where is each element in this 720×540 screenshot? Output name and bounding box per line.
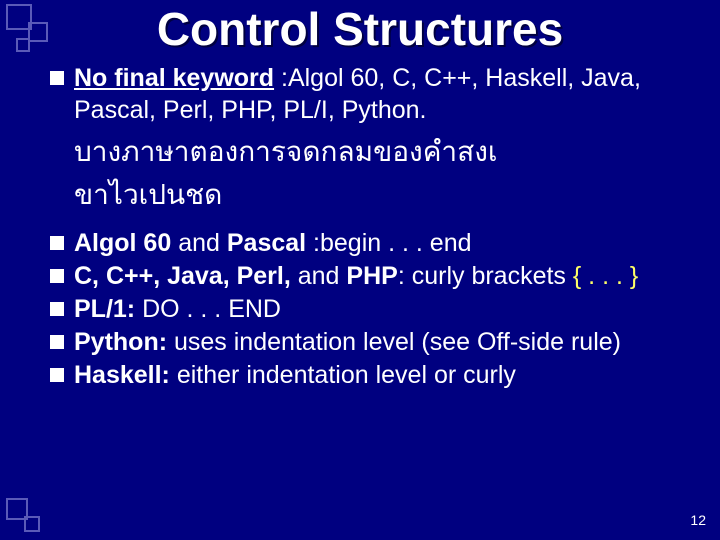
bullet-square-icon: [50, 269, 64, 283]
bullet-square-icon: [50, 302, 64, 316]
thai-line-2: ขาไวเปนชด: [74, 173, 698, 216]
bullet-text: Haskell: either indentation level or cur…: [74, 359, 516, 391]
thai-text: บางภาษาตองการจดกลมของคำสงเ ขาไวเปนชด: [50, 130, 698, 217]
bullet-item: No final keyword :Algol 60, C, C++, Hask…: [50, 62, 698, 126]
page-number: 12: [690, 512, 706, 528]
curly-brackets-highlight: { . . . }: [573, 262, 638, 290]
bullet-text: Python: uses indentation level (see Off-…: [74, 326, 621, 358]
bullet-item: C, C++, Java, Perl, and PHP: curly brack…: [50, 260, 698, 292]
bullet-item: Algol 60 and Pascal :begin . . . end: [50, 227, 698, 259]
slide-content: No final keyword :Algol 60, C, C++, Hask…: [22, 62, 698, 391]
bullet-square-icon: [50, 236, 64, 250]
bullet-group: Algol 60 and Pascal :begin . . . end C, …: [50, 227, 698, 391]
thai-line-1: บางภาษาตองการจดกลมของคำสงเ: [74, 130, 698, 173]
bullet-text: PL/1: DO . . . END: [74, 293, 281, 325]
bullet-square-icon: [50, 71, 64, 85]
bullet-item: Haskell: either indentation level or cur…: [50, 359, 698, 391]
slide-title: Control Structures: [22, 0, 698, 56]
bullet-item: Python: uses indentation level (see Off-…: [50, 326, 698, 358]
bullet-text: Algol 60 and Pascal :begin . . . end: [74, 227, 472, 259]
bullet-text: No final keyword :Algol 60, C, C++, Hask…: [74, 62, 698, 126]
slide: Control Structures No final keyword :Alg…: [0, 0, 720, 540]
bullet-text: C, C++, Java, Perl, and PHP: curly brack…: [74, 260, 638, 292]
bullet-item: PL/1: DO . . . END: [50, 293, 698, 325]
bullet-square-icon: [50, 368, 64, 382]
bullet-square-icon: [50, 335, 64, 349]
no-final-keyword-label: No final keyword: [74, 64, 274, 92]
